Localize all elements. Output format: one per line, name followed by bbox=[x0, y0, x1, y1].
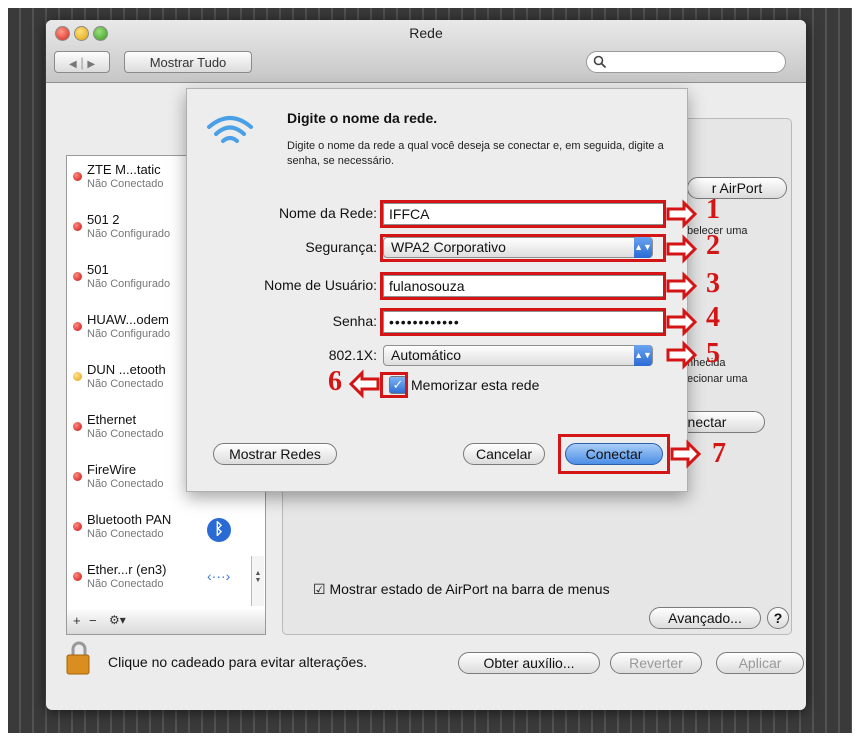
annotation-arrow-7 bbox=[670, 439, 702, 469]
annotation-arrow-3 bbox=[666, 271, 698, 301]
annotation-arrow-5 bbox=[666, 340, 698, 370]
annotation-arrow-2 bbox=[666, 234, 698, 264]
annotation-number-1: 1 bbox=[706, 194, 720, 225]
annotation-number-6: 6 bbox=[328, 366, 342, 397]
annotation-number-2: 2 bbox=[706, 230, 720, 261]
annotation-arrow-4 bbox=[666, 307, 698, 337]
annotation-arrow-1 bbox=[666, 199, 698, 229]
annotation-number-3: 3 bbox=[706, 268, 720, 299]
annotation-number-7: 7 bbox=[712, 438, 726, 469]
annotation-number-5: 5 bbox=[706, 338, 720, 369]
annotation-arrow-6 bbox=[348, 369, 380, 399]
annotation-arrows bbox=[348, 199, 702, 469]
annotation-number-4: 4 bbox=[706, 302, 720, 333]
